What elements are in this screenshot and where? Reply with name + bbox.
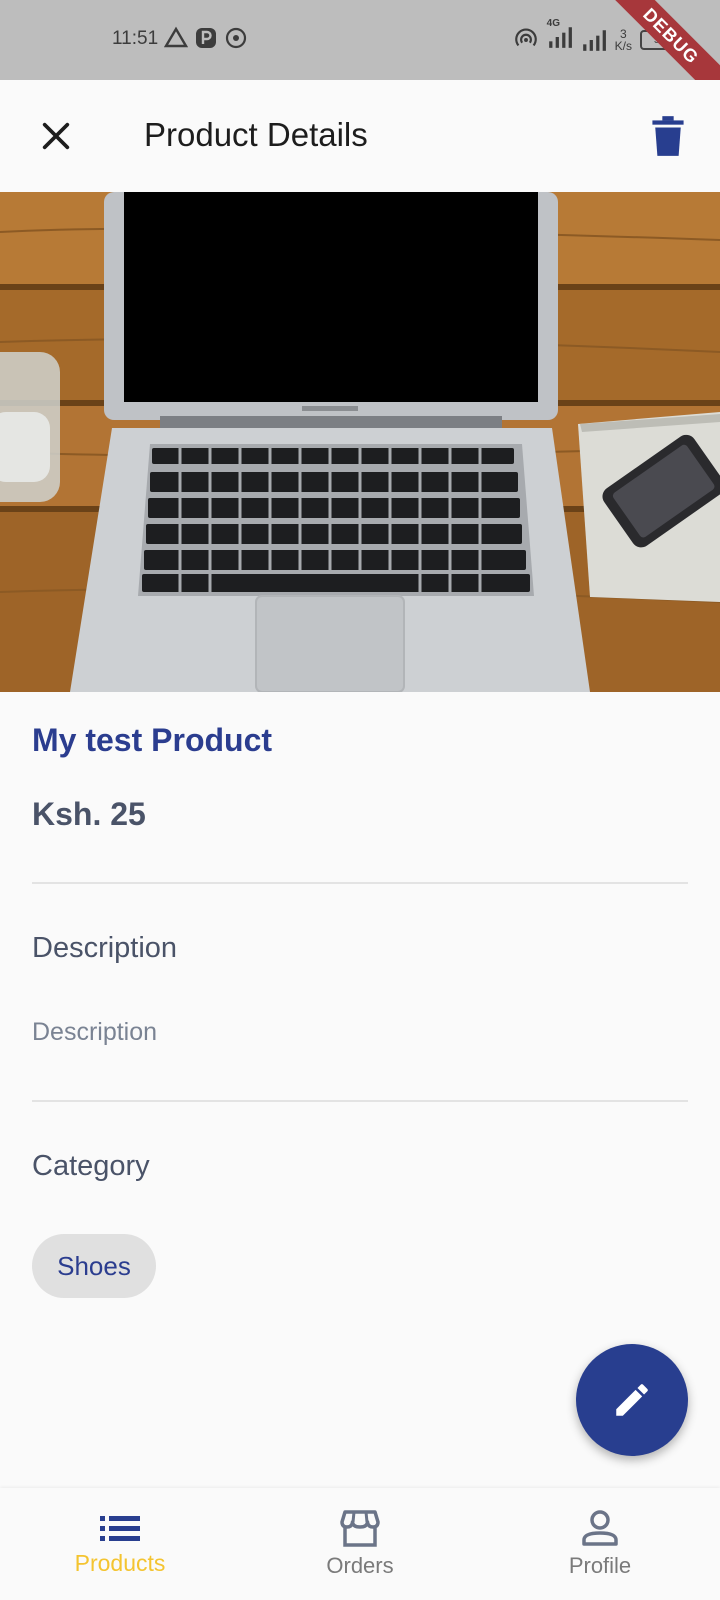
nav-label-profile: Profile xyxy=(568,1553,632,1578)
divider xyxy=(32,882,688,884)
close-icon xyxy=(42,122,70,150)
product-image xyxy=(0,192,720,692)
hotspot-icon xyxy=(514,28,537,46)
edit-icon xyxy=(616,1384,648,1416)
page-title: Product Details xyxy=(144,116,368,153)
product-name: My test Product xyxy=(32,722,273,758)
trash-icon xyxy=(652,116,684,156)
nav-label-orders: Orders xyxy=(326,1553,394,1578)
alert-triangle-icon xyxy=(164,26,188,48)
divider xyxy=(32,1100,688,1102)
signal-4g-icon: 4G xyxy=(547,18,573,55)
status-bar: 11:51 4G 3 K/s 55 DEBUG xyxy=(0,0,720,80)
description-text: Description xyxy=(32,1018,158,1046)
product-price: Ksh. 25 xyxy=(32,796,146,832)
net-speed: 3 K/s xyxy=(614,26,632,53)
person-icon xyxy=(582,1510,618,1546)
nav-label-products: Products xyxy=(74,1549,166,1576)
signal-icon xyxy=(582,29,606,51)
store-icon xyxy=(340,1510,380,1547)
nav-item-orders[interactable]: Orders xyxy=(240,1488,480,1600)
status-time: 11:51 xyxy=(112,28,159,49)
nav-item-products[interactable]: Products xyxy=(0,1488,240,1600)
delete-button[interactable] xyxy=(638,106,698,166)
nav-item-profile[interactable]: Profile xyxy=(480,1488,720,1600)
hotspot-icon xyxy=(225,27,247,49)
list-icon xyxy=(100,1515,140,1541)
category-heading: Category xyxy=(32,1150,150,1182)
edit-button[interactable] xyxy=(576,1344,688,1456)
close-button[interactable] xyxy=(26,106,86,166)
category-chip: Shoes xyxy=(32,1234,156,1298)
parking-icon xyxy=(196,28,216,48)
app-bar: Product Details xyxy=(0,80,720,192)
bottom-nav: Products Orders Profile xyxy=(0,1488,720,1600)
description-heading: Description xyxy=(32,932,178,964)
